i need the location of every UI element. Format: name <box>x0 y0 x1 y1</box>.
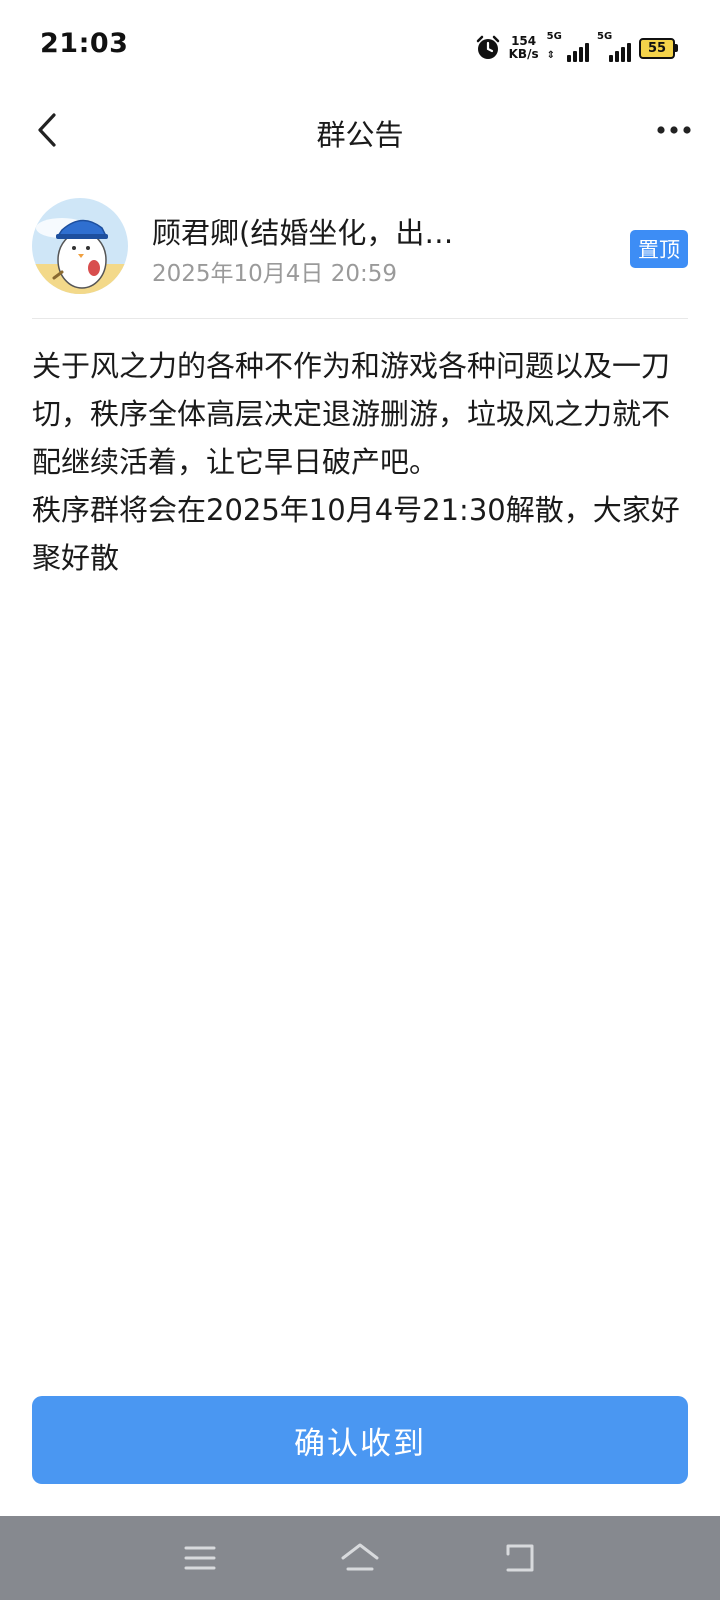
sim2-label: 5G <box>597 31 613 42</box>
announcement-author: 顾君卿(结婚坐化，出… 2025年10月4日 20:59 置顶 <box>32 196 688 319</box>
more-button[interactable] <box>648 104 700 156</box>
announcement-content: 关于风之力的各种不作为和游戏各种问题以及一刀切，秩序全体高层决定退游删游，垃圾风… <box>32 342 688 582</box>
confirm-received-button[interactable]: 确认收到 <box>32 1396 688 1484</box>
post-time: 2025年10月4日 20:59 <box>152 261 398 287</box>
signal-sim2: 5G <box>597 31 631 62</box>
header: 群公告 <box>0 96 720 164</box>
pinned-badge: 置顶 <box>630 230 688 268</box>
nav-home-button[interactable] <box>336 1534 384 1582</box>
sim1-label: 5G <box>546 31 562 42</box>
data-arrows-icon: ⇕ <box>546 50 555 61</box>
announcement-paragraph: 关于风之力的各种不作为和游戏各种问题以及一刀切，秩序全体高层决定退游删游，垃圾风… <box>32 349 671 479</box>
avatar[interactable] <box>32 198 128 294</box>
battery-icon: 55 <box>639 37 678 59</box>
battery-level: 55 <box>639 37 675 59</box>
system-nav-bar <box>0 1516 720 1600</box>
status-bar: 21:03 154 KB/s 5G ⇕ 5G 55 <box>0 0 720 96</box>
page-title: 群公告 <box>316 118 404 152</box>
net-speed-unit: KB/s <box>508 47 539 61</box>
more-dots-icon <box>657 126 691 134</box>
status-time: 21:03 <box>40 28 129 59</box>
announcement-paragraph: 秩序群将会在2025年10月4号21:30解散，大家好聚好散 <box>32 493 680 575</box>
net-speed: 154 KB/s <box>509 35 539 61</box>
signal-bars-icon <box>565 43 589 62</box>
menu-icon <box>184 1546 216 1570</box>
status-icons: 154 KB/s 5G ⇕ 5G 55 <box>475 31 678 63</box>
home-icon <box>341 1543 379 1571</box>
back-icon <box>506 1544 534 1572</box>
signal-sim1: 5G ⇕ <box>546 31 589 62</box>
alarm-icon <box>476 35 499 59</box>
nav-menu-button[interactable] <box>176 1534 224 1582</box>
avatar-image <box>32 198 128 294</box>
signal-bars-icon <box>607 43 631 62</box>
nav-back-button[interactable] <box>496 1534 544 1582</box>
author-name: 顾君卿(结婚坐化，出… <box>152 216 454 250</box>
